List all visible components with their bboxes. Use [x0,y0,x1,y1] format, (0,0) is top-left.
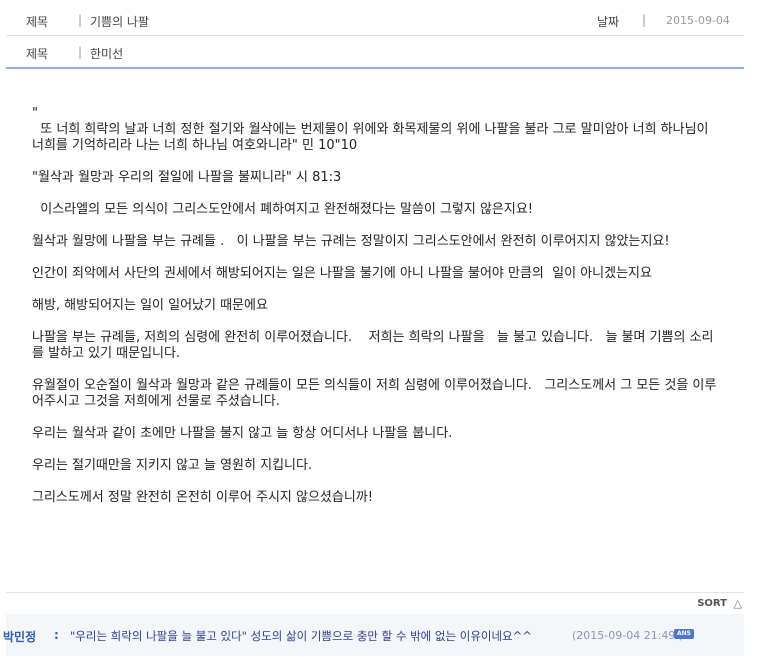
body-paragraph: 그리스도께서 정말 완전히 온전히 이루어 주시지 않으셨습니까! [32,490,373,505]
body-paragraph: 인간이 죄악에서 사단의 권세에서 해방되어지는 일은 나팔을 불기에 아니 나… [32,266,652,281]
author-label: 제목 [26,47,49,61]
body-paragraph: 또 너희 희락의 날과 너희 정한 절기와 월삭에는 번제물이 위에와 화목제물… [32,122,713,153]
comment-time: (2015-09-04 21:49 ) [572,629,684,642]
date-separator: | [642,13,647,27]
title-label: 제목 [26,15,49,29]
title-row: 제목 | 기쁨의 나팔 날짜 | 2015-09-04 [6,4,744,36]
author-separator: | [78,45,83,59]
body-paragraph: "월삭과 월망과 우리의 절일에 나팔을 불찌니라" 시 81:3 [32,170,342,185]
post-author: 한미선 [90,47,124,61]
body-paragraph: 이스라엘의 모든 의식이 그리스도안에서 폐하여지고 완전해졌다는 말씀이 그렇… [32,202,534,217]
answer-badge[interactable]: ANS [674,629,694,639]
body-paragraph: 나팔을 부는 규례들, 저희의 심령에 완전히 이루어졌습니다. 저희는 희락의… [32,330,714,361]
sort-bar: SORT △ [6,593,744,613]
post-body: " 또 너희 희락의 날과 너희 정한 절기와 월삭에는 번제물이 위에와 화목… [32,106,720,522]
sort-button[interactable]: SORT [697,598,727,609]
body-paragraph: 우리는 월삭과 같이 초에만 나팔을 불지 않고 늘 항상 어디서나 나팔을 붑… [32,426,453,441]
author-row: 제목 | 한미선 [6,36,744,69]
body-paragraph: " [32,106,38,121]
comment-author[interactable]: 박민정 [3,628,36,645]
body-paragraph: 월삭과 월망에 나팔을 부는 규례들 . 이 나팔을 부는 규례는 정말이지 그… [32,234,670,249]
post-date: 2015-09-04 [666,14,730,27]
post-header: 제목 | 기쁨의 나팔 날짜 | 2015-09-04 제목 | 한미선 [6,4,744,69]
comment-item: 박민정 : "우리는 희락의 나팔을 늘 불고 있다" 성도의 삶이 기쁨으로 … [3,614,744,656]
body-paragraph: 해방, 해방되어지는 일이 일어났기 때문에요 [32,298,268,313]
comment-text: "우리는 희락의 나팔을 늘 불고 있다" 성도의 삶이 기쁨으로 충만 할 수… [70,629,532,643]
body-paragraph: 우리는 절기때만을 지키지 않고 늘 영원히 지킵니다. [32,458,313,473]
triangle-up-icon[interactable]: △ [734,597,742,610]
post-title: 기쁨의 나팔 [90,15,150,29]
title-separator: | [78,13,83,27]
date-label: 날짜 [597,15,620,29]
comment-author-colon: : [54,628,59,642]
body-paragraph: 유월절이 오순절이 월삭과 월망과 같은 규례들이 모든 의식들이 저희 심령에… [32,378,717,409]
